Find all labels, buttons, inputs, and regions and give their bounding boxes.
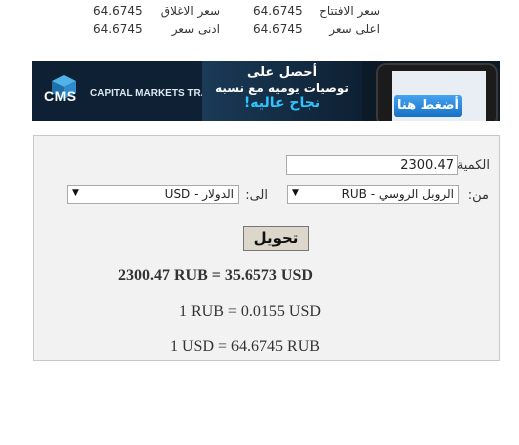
amount-label: الكمية xyxy=(456,158,490,173)
banner-line-2: توصيات يوميه مع نسبه xyxy=(215,81,349,95)
phone-screen: أضغط هنا xyxy=(392,71,486,121)
close-value: 64.6745 xyxy=(93,4,143,18)
low-label: ادنى سعر xyxy=(171,22,220,36)
phone-image: أضغط هنا xyxy=(376,63,498,121)
high-label: اعلى سعر xyxy=(329,22,380,36)
banner-cta-button[interactable]: أضغط هنا xyxy=(394,95,462,117)
convert-button[interactable]: تحويل xyxy=(243,226,309,251)
amount-input[interactable] xyxy=(286,155,458,175)
low-value: 64.6745 xyxy=(93,22,143,36)
banner-phone-area: أضغط هنا xyxy=(362,61,500,121)
from-currency-select[interactable]: ▼ RUB - الروبل الروسي xyxy=(287,185,459,204)
banner-message: أحصل على توصيات يوميه مع نسبه نجاح عاليه… xyxy=(202,61,362,121)
banner-line-1: أحصل على xyxy=(246,65,318,80)
banner-logo-text: CMS xyxy=(44,88,77,104)
rate-forward: 1 RUB = 0.0155 USD xyxy=(179,303,321,320)
banner-line-3: نجاح عاليه! xyxy=(243,95,321,111)
rate-reverse: 1 USD = 64.6745 RUB xyxy=(170,338,320,355)
open-label: سعر الافتتاح xyxy=(319,4,380,18)
open-value: 64.6745 xyxy=(253,4,303,18)
to-currency-select[interactable]: ▼ USD - الدولار xyxy=(67,185,239,204)
from-currency-value: RUB - الروبل الروسي xyxy=(341,187,454,201)
chevron-down-icon: ▼ xyxy=(292,188,299,198)
chevron-down-icon: ▼ xyxy=(72,188,79,198)
to-currency-value: USD - الدولار xyxy=(164,187,234,201)
high-value: 64.6745 xyxy=(253,22,303,36)
conversion-result: 2300.47 RUB = 35.6573 USD xyxy=(118,267,313,284)
from-label: من: xyxy=(467,188,489,203)
to-label: الى: xyxy=(245,188,268,203)
close-label: سعر الاغلاق xyxy=(160,4,220,18)
banner-brand-area: CMS CAPITAL MARKETS TRADER xyxy=(32,61,229,121)
ad-banner[interactable]: CMS CAPITAL MARKETS TRADER أحصل على توصي… xyxy=(32,61,500,121)
